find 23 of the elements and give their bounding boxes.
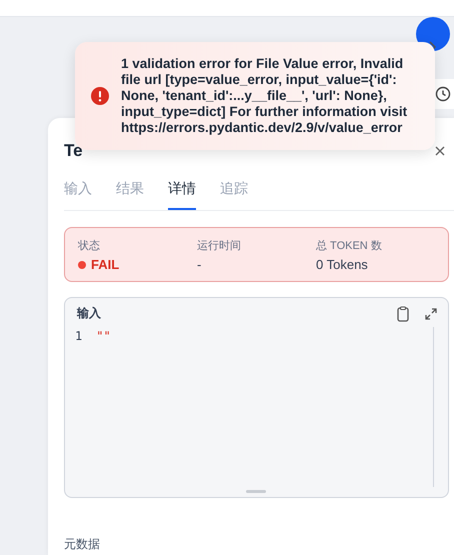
tab[interactable]: 详情 <box>168 172 196 210</box>
expand-icon[interactable] <box>424 306 438 320</box>
tab[interactable]: 结果 <box>116 172 144 210</box>
line-number: 1 <box>75 329 82 343</box>
status-dot <box>78 260 86 268</box>
tab[interactable]: 追踪 <box>220 172 248 210</box>
field-label: 状态 <box>78 238 101 253</box>
resize-handle[interactable] <box>246 490 266 493</box>
code-text: "" <box>96 329 111 343</box>
error-message: 1 validation error for File Value error, Invalid file url [type=value_error, input_value={'id': None, 'tenant_id':...y__file__', 'url': None}, input_type=dict] For further information visit https://errors.pydantic.dev/2.9/v/value_error <box>121 56 408 136</box>
field-label: 总 TOKEN 数 <box>316 239 383 253</box>
status-value: FAIL <box>91 257 120 272</box>
editor-title: 输入 <box>77 305 101 322</box>
field-value: - <box>197 257 202 272</box>
field-label: 运行时间 <box>197 239 242 253</box>
panel-title: Te <box>64 141 83 161</box>
tab[interactable]: 输入 <box>64 172 92 210</box>
section-label: 元数据 <box>64 536 101 553</box>
close-icon[interactable] <box>435 146 445 156</box>
clipboard-icon[interactable] <box>396 306 410 322</box>
error-icon <box>91 87 109 105</box>
field-value: 0 Tokens <box>316 257 368 272</box>
clock-icon <box>435 86 451 102</box>
